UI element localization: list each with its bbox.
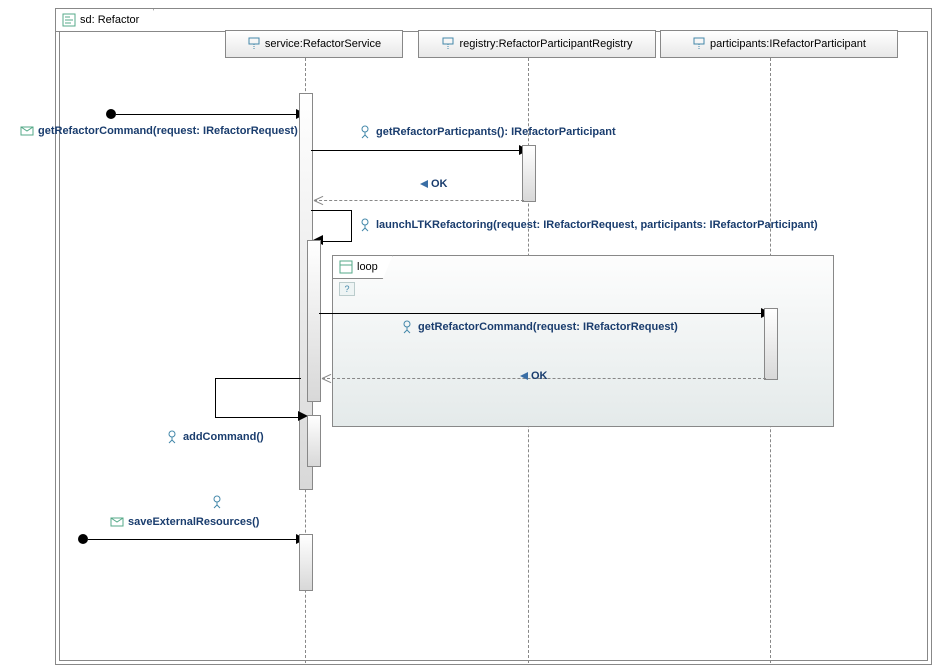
guard-icon: ? (344, 284, 349, 294)
return-ok1 (314, 200, 524, 201)
loop-fragment: loop ? (332, 255, 834, 427)
lifeline-icon (692, 37, 706, 51)
msg-launchLTK: launchLTKRefactoring(request: IRefactorR… (358, 218, 818, 232)
arrow-getRefactorCommand (116, 114, 298, 115)
activation-service-save (299, 534, 313, 591)
msg-text: getRefactorCommand(request: IRefactorReq… (418, 321, 678, 333)
msg-text: getRefactorParticpants(): IRefactorParti… (376, 126, 616, 138)
msg-getRefactorCommand2: getRefactorCommand(request: IRefactorReq… (400, 320, 678, 334)
fragment-icon (339, 260, 353, 274)
return-arrow-icon (420, 180, 428, 188)
operation-icon (358, 218, 372, 232)
found-message-origin (106, 109, 116, 119)
msg-getRefactorParticipants: getRefactorParticpants(): IRefactorParti… (358, 125, 616, 139)
lifeline-icon (247, 37, 261, 51)
loop-guard: ? (339, 282, 355, 296)
activation-participants (764, 308, 778, 380)
frame-tab: sd: Refactor (55, 8, 154, 32)
message-icon (110, 515, 124, 529)
lifeline-label: service:RefactorService (265, 38, 381, 50)
msg-ok2: OK (520, 370, 548, 382)
msg-saveExternalResources: saveExternalResources() (110, 515, 259, 529)
msg-text: addCommand() (183, 431, 264, 443)
operation-icon (165, 430, 179, 444)
arrowhead-open (314, 200, 324, 201)
lifeline-participants[interactable]: participants:IRefactorParticipant (660, 30, 898, 58)
msg-text: OK (431, 178, 448, 190)
arrowhead-open (322, 378, 332, 379)
message-icon (20, 124, 34, 138)
operation-marker (210, 495, 224, 512)
self-return-launchLTK (215, 378, 301, 418)
msg-text: saveExternalResources() (128, 516, 259, 528)
msg-getRefactorCommand: getRefactorCommand(request: IRefactorReq… (20, 124, 298, 138)
activation-addCommand (307, 415, 321, 467)
arrow-getRefactorParticipants (311, 150, 521, 151)
interaction-icon (62, 13, 76, 27)
found-message-origin-2 (78, 534, 88, 544)
lifeline-label: registry:RefactorParticipantRegistry (459, 38, 632, 50)
frame-title: sd: Refactor (80, 14, 139, 26)
arrow-getRefactorCommand2 (319, 313, 763, 314)
activation-service-inner (307, 240, 321, 402)
msg-text: launchLTKRefactoring(request: IRefactorR… (376, 219, 818, 231)
lifeline-service[interactable]: service:RefactorService (225, 30, 403, 58)
msg-text: getRefactorCommand(request: IRefactorReq… (38, 125, 298, 137)
msg-ok1: OK (420, 178, 448, 190)
operation-icon (210, 495, 224, 509)
arrow-saveExternalResources (88, 539, 298, 540)
lifeline-label: participants:IRefactorParticipant (710, 38, 866, 50)
return-arrow-icon (520, 372, 528, 380)
operation-icon (358, 125, 372, 139)
msg-addCommand: addCommand() (165, 430, 264, 444)
activation-registry (522, 145, 536, 202)
lifeline-icon (441, 37, 455, 51)
loop-label: loop (357, 261, 378, 273)
lifeline-registry[interactable]: registry:RefactorParticipantRegistry (418, 30, 656, 58)
loop-tab: loop (332, 255, 393, 279)
operation-icon (400, 320, 414, 334)
msg-text: OK (531, 370, 548, 382)
